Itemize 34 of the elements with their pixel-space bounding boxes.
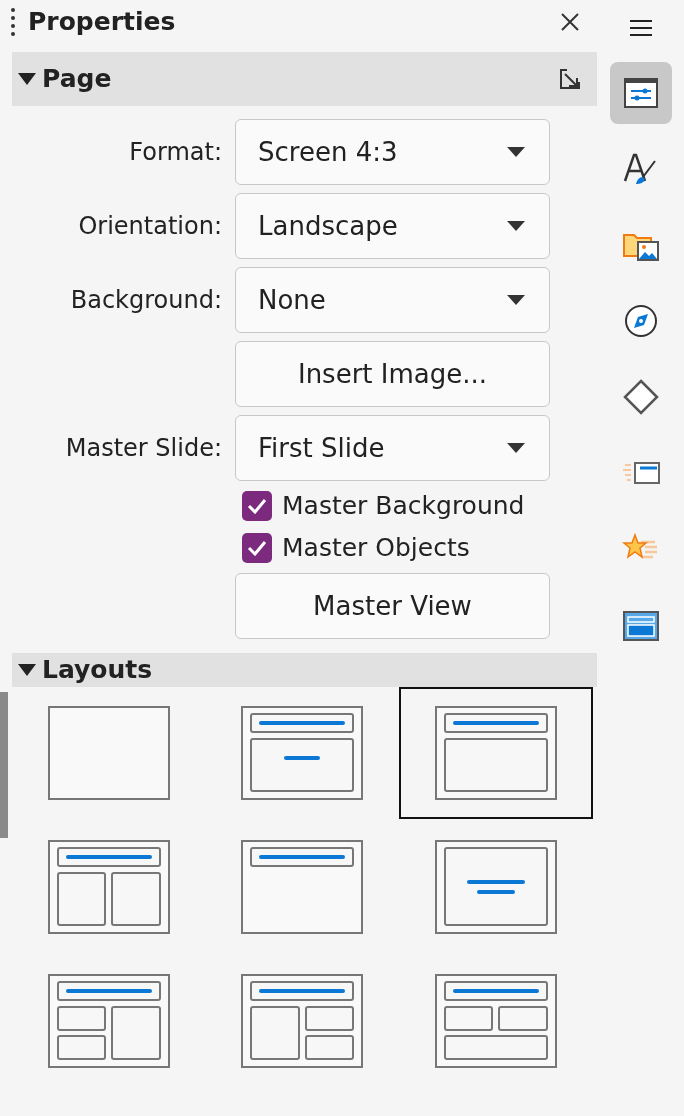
field-label: Format: <box>129 137 222 168</box>
layout-option[interactable] <box>399 687 593 819</box>
more-options-icon[interactable] <box>559 68 581 90</box>
checkbox[interactable] <box>242 491 272 521</box>
dropdown-caret-icon <box>507 221 525 231</box>
close-icon[interactable] <box>561 13 579 31</box>
push-button[interactable]: Insert Image... <box>235 341 550 407</box>
field-label: Background: <box>70 285 222 316</box>
expanded-triangle-icon[interactable] <box>18 73 36 85</box>
dropdown-field[interactable]: None <box>235 267 550 333</box>
section-title: Page <box>42 63 112 96</box>
section-title: Layouts <box>42 654 153 687</box>
panel-title: Properties <box>28 6 176 39</box>
field-label: Orientation: <box>78 211 222 242</box>
dropdown-caret-icon <box>507 147 525 157</box>
dropdown-caret-icon <box>507 295 525 305</box>
dropdown-field[interactable]: First Slide <box>235 415 550 481</box>
checkmark-icon <box>247 540 267 556</box>
expanded-triangle-icon[interactable] <box>18 664 36 676</box>
menu-icon[interactable] <box>629 18 652 38</box>
checkmark-icon <box>247 498 267 514</box>
dropdown-field[interactable]: Landscape <box>235 193 550 259</box>
checkbox[interactable] <box>242 533 272 563</box>
sidebar-tab[interactable] <box>609 62 672 124</box>
dropdown-caret-icon <box>507 443 525 453</box>
field-label: Master Slide: <box>65 433 222 464</box>
dropdown-field[interactable]: Screen 4:3 <box>235 119 550 185</box>
drag-handle-icon[interactable] <box>10 7 16 37</box>
checkbox-label: Master Background <box>282 490 525 523</box>
collapse-handle[interactable] <box>0 692 8 838</box>
section-header[interactable]: Layouts <box>12 653 597 687</box>
push-button[interactable]: Master View <box>235 573 550 639</box>
section-header[interactable]: Page <box>12 52 597 106</box>
checkbox-label: Master Objects <box>282 532 470 565</box>
